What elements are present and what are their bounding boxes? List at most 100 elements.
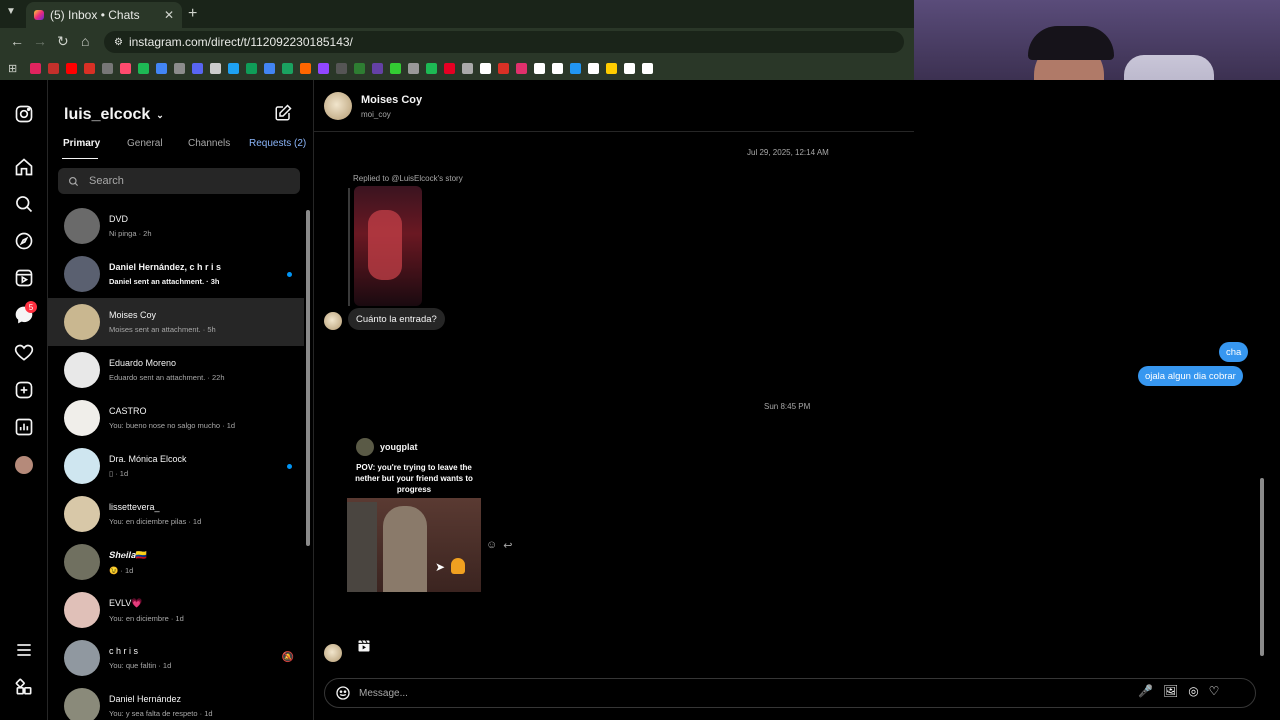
conversation-item[interactable]: Eduardo Moreno Eduardo sent an attachment…	[48, 346, 304, 394]
emoji-icon[interactable]	[335, 685, 351, 701]
profile-avatar[interactable]	[14, 455, 34, 475]
story-thumbnail[interactable]	[354, 186, 422, 306]
conversation-item[interactable]: Moises Coy Moises sent an attachment. · 5…	[48, 298, 304, 346]
account-switcher[interactable]: luis_elcock ⌄	[64, 106, 164, 124]
bookmark-favicon-icon[interactable]	[138, 62, 150, 74]
tab-list-chevron-icon[interactable]: ▼	[6, 6, 16, 17]
bookmark-favicon-icon[interactable]	[264, 62, 276, 74]
bookmark-favicon-icon[interactable]	[444, 62, 456, 74]
conversation-text: Eduardo Moreno Eduardo sent an attachment…	[109, 358, 225, 382]
bookmark-favicon-icon[interactable]	[606, 62, 618, 74]
bookmark-favicon-icon[interactable]	[426, 62, 438, 74]
apps-grid-icon[interactable]: ⊞	[8, 62, 17, 75]
bookmark-favicon-icon[interactable]	[318, 62, 330, 74]
like-heart-icon[interactable]: ♡	[1209, 684, 1220, 698]
bookmark-favicon-icon[interactable]	[282, 62, 294, 74]
reel-attachment-icon[interactable]	[356, 638, 372, 654]
messages-nav-icon[interactable]: 5	[14, 301, 37, 325]
tab-requests[interactable]: Requests (2)	[249, 138, 306, 149]
bookmark-favicon-icon[interactable]	[246, 62, 258, 74]
bookmark-favicon-icon[interactable]	[462, 62, 474, 74]
bookmark-favicon-icon[interactable]	[588, 62, 600, 74]
bookmark-favicon-icon[interactable]	[102, 62, 114, 74]
chat-contact-name[interactable]: Moises Coy	[361, 94, 422, 106]
microphone-icon[interactable]: 🎤	[1138, 684, 1153, 698]
conversation-scrollbar[interactable]	[304, 202, 312, 720]
reels-nav-icon[interactable]	[14, 268, 34, 288]
conversation-item[interactable]: EVLV💗 You: en diciembre · 1d	[48, 586, 304, 634]
bookmark-favicon-icon[interactable]	[408, 62, 420, 74]
notifications-heart-icon[interactable]	[14, 343, 34, 363]
bookmark-favicon-icon[interactable]	[300, 62, 312, 74]
conversation-text: lissettevera_ You: en diciembre pilas · 1…	[109, 502, 201, 526]
bookmark-favicon-icon[interactable]	[624, 62, 636, 74]
bookmark-favicon-icon[interactable]	[480, 62, 492, 74]
conversation-item[interactable]: Daniel Hernández, c h r i s Daniel sent a…	[48, 250, 304, 298]
conversation-name: Dra. Mónica Elcock	[109, 454, 187, 464]
conversation-item[interactable]: 𝑺𝒉𝒆𝒊𝒍𝒂🇨🇴 😉 · 1d	[48, 538, 304, 586]
site-info-icon[interactable]: ⚙	[114, 37, 123, 48]
conversation-item[interactable]: lissettevera_ You: en diciembre pilas · 1…	[48, 490, 304, 538]
chat-scrollbar-thumb[interactable]	[1260, 478, 1264, 656]
browser-tab[interactable]: (5) Inbox • Chats ✕	[26, 2, 182, 28]
shared-post-card[interactable]: yougplat POV: you're trying to leave the…	[347, 434, 481, 592]
create-plus-icon[interactable]	[14, 380, 34, 400]
home-nav-icon[interactable]	[14, 157, 34, 177]
tab-channels[interactable]: Channels	[188, 138, 230, 149]
address-bar[interactable]: ⚙ instagram.com/direct/t/112092230185143…	[104, 31, 904, 53]
bookmark-favicon-icon[interactable]	[210, 62, 222, 74]
bookmark-favicon-icon[interactable]	[534, 62, 546, 74]
bookmark-favicon-icon[interactable]	[354, 62, 366, 74]
tab-general[interactable]: General	[127, 138, 163, 149]
bookmark-favicon-icon[interactable]	[372, 62, 384, 74]
chat-contact-avatar[interactable]	[324, 92, 352, 120]
instagram-logo-icon[interactable]	[14, 104, 34, 124]
search-input[interactable]: Search	[58, 168, 300, 194]
sender-avatar[interactable]	[324, 644, 342, 662]
conversation-item[interactable]: CASTRO You: bueno nose no salgo mucho · 1…	[48, 394, 304, 442]
tab-primary[interactable]: Primary	[63, 138, 100, 149]
new-message-icon[interactable]	[274, 104, 292, 127]
also-from-meta-icon[interactable]	[14, 677, 34, 697]
scrollbar-thumb[interactable]	[306, 210, 310, 546]
bookmark-favicon-icon[interactable]	[192, 62, 204, 74]
bookmark-favicon-icon[interactable]	[552, 62, 564, 74]
bookmark-favicon-icon[interactable]	[336, 62, 348, 74]
more-menu-icon[interactable]	[14, 640, 34, 660]
forward-icon[interactable]: →	[33, 33, 47, 49]
home-icon[interactable]: ⌂	[81, 33, 89, 49]
bookmark-favicon-icon[interactable]	[642, 62, 654, 74]
chat-scrollbar[interactable]	[1258, 206, 1266, 666]
search-nav-icon[interactable]	[14, 194, 34, 214]
bookmark-favicon-icon[interactable]	[498, 62, 510, 74]
bookmark-favicon-icon[interactable]	[120, 62, 132, 74]
react-emoji-icon[interactable]: ☺	[486, 539, 497, 552]
reload-icon[interactable]: ↻	[57, 33, 69, 50]
conversation-item[interactable]: c h r i s You: que faltin · 1d 🔕	[48, 634, 304, 682]
bookmark-favicon-icon[interactable]	[84, 62, 96, 74]
bookmark-favicon-icon[interactable]	[174, 62, 186, 74]
conversation-item[interactable]: Daniel Hernández You: y sea falta de resp…	[48, 682, 304, 720]
reply-arrow-icon[interactable]: ↩	[503, 539, 512, 552]
gallery-image-icon[interactable]: 🖼	[1163, 684, 1178, 698]
message-input[interactable]: Message...	[324, 678, 1256, 708]
sticker-icon[interactable]: ◎	[1188, 684, 1198, 698]
conversation-avatar	[64, 256, 100, 292]
explore-nav-icon[interactable]	[14, 231, 34, 251]
bookmark-favicon-icon[interactable]	[156, 62, 168, 74]
new-tab-button[interactable]: +	[188, 5, 197, 23]
bookmark-favicon-icon[interactable]	[228, 62, 240, 74]
bookmark-favicon-icon[interactable]	[516, 62, 528, 74]
sender-avatar[interactable]	[324, 312, 342, 330]
conversation-item[interactable]: DVD Ni pinga · 2h	[48, 202, 304, 250]
bookmark-favicon-icon[interactable]	[30, 62, 42, 74]
back-icon[interactable]: ←	[10, 33, 24, 49]
bookmark-favicon-icon[interactable]	[48, 62, 60, 74]
conversation-item[interactable]: Dra. Mónica Elcock ▯ · 1d	[48, 442, 304, 490]
bookmark-favicon-icon[interactable]	[66, 62, 78, 74]
close-tab-icon[interactable]: ✕	[164, 8, 174, 22]
dashboard-chart-icon[interactable]	[14, 417, 34, 437]
bookmark-favicon-icon[interactable]	[570, 62, 582, 74]
shared-post-image[interactable]	[347, 498, 481, 592]
bookmark-favicon-icon[interactable]	[390, 62, 402, 74]
